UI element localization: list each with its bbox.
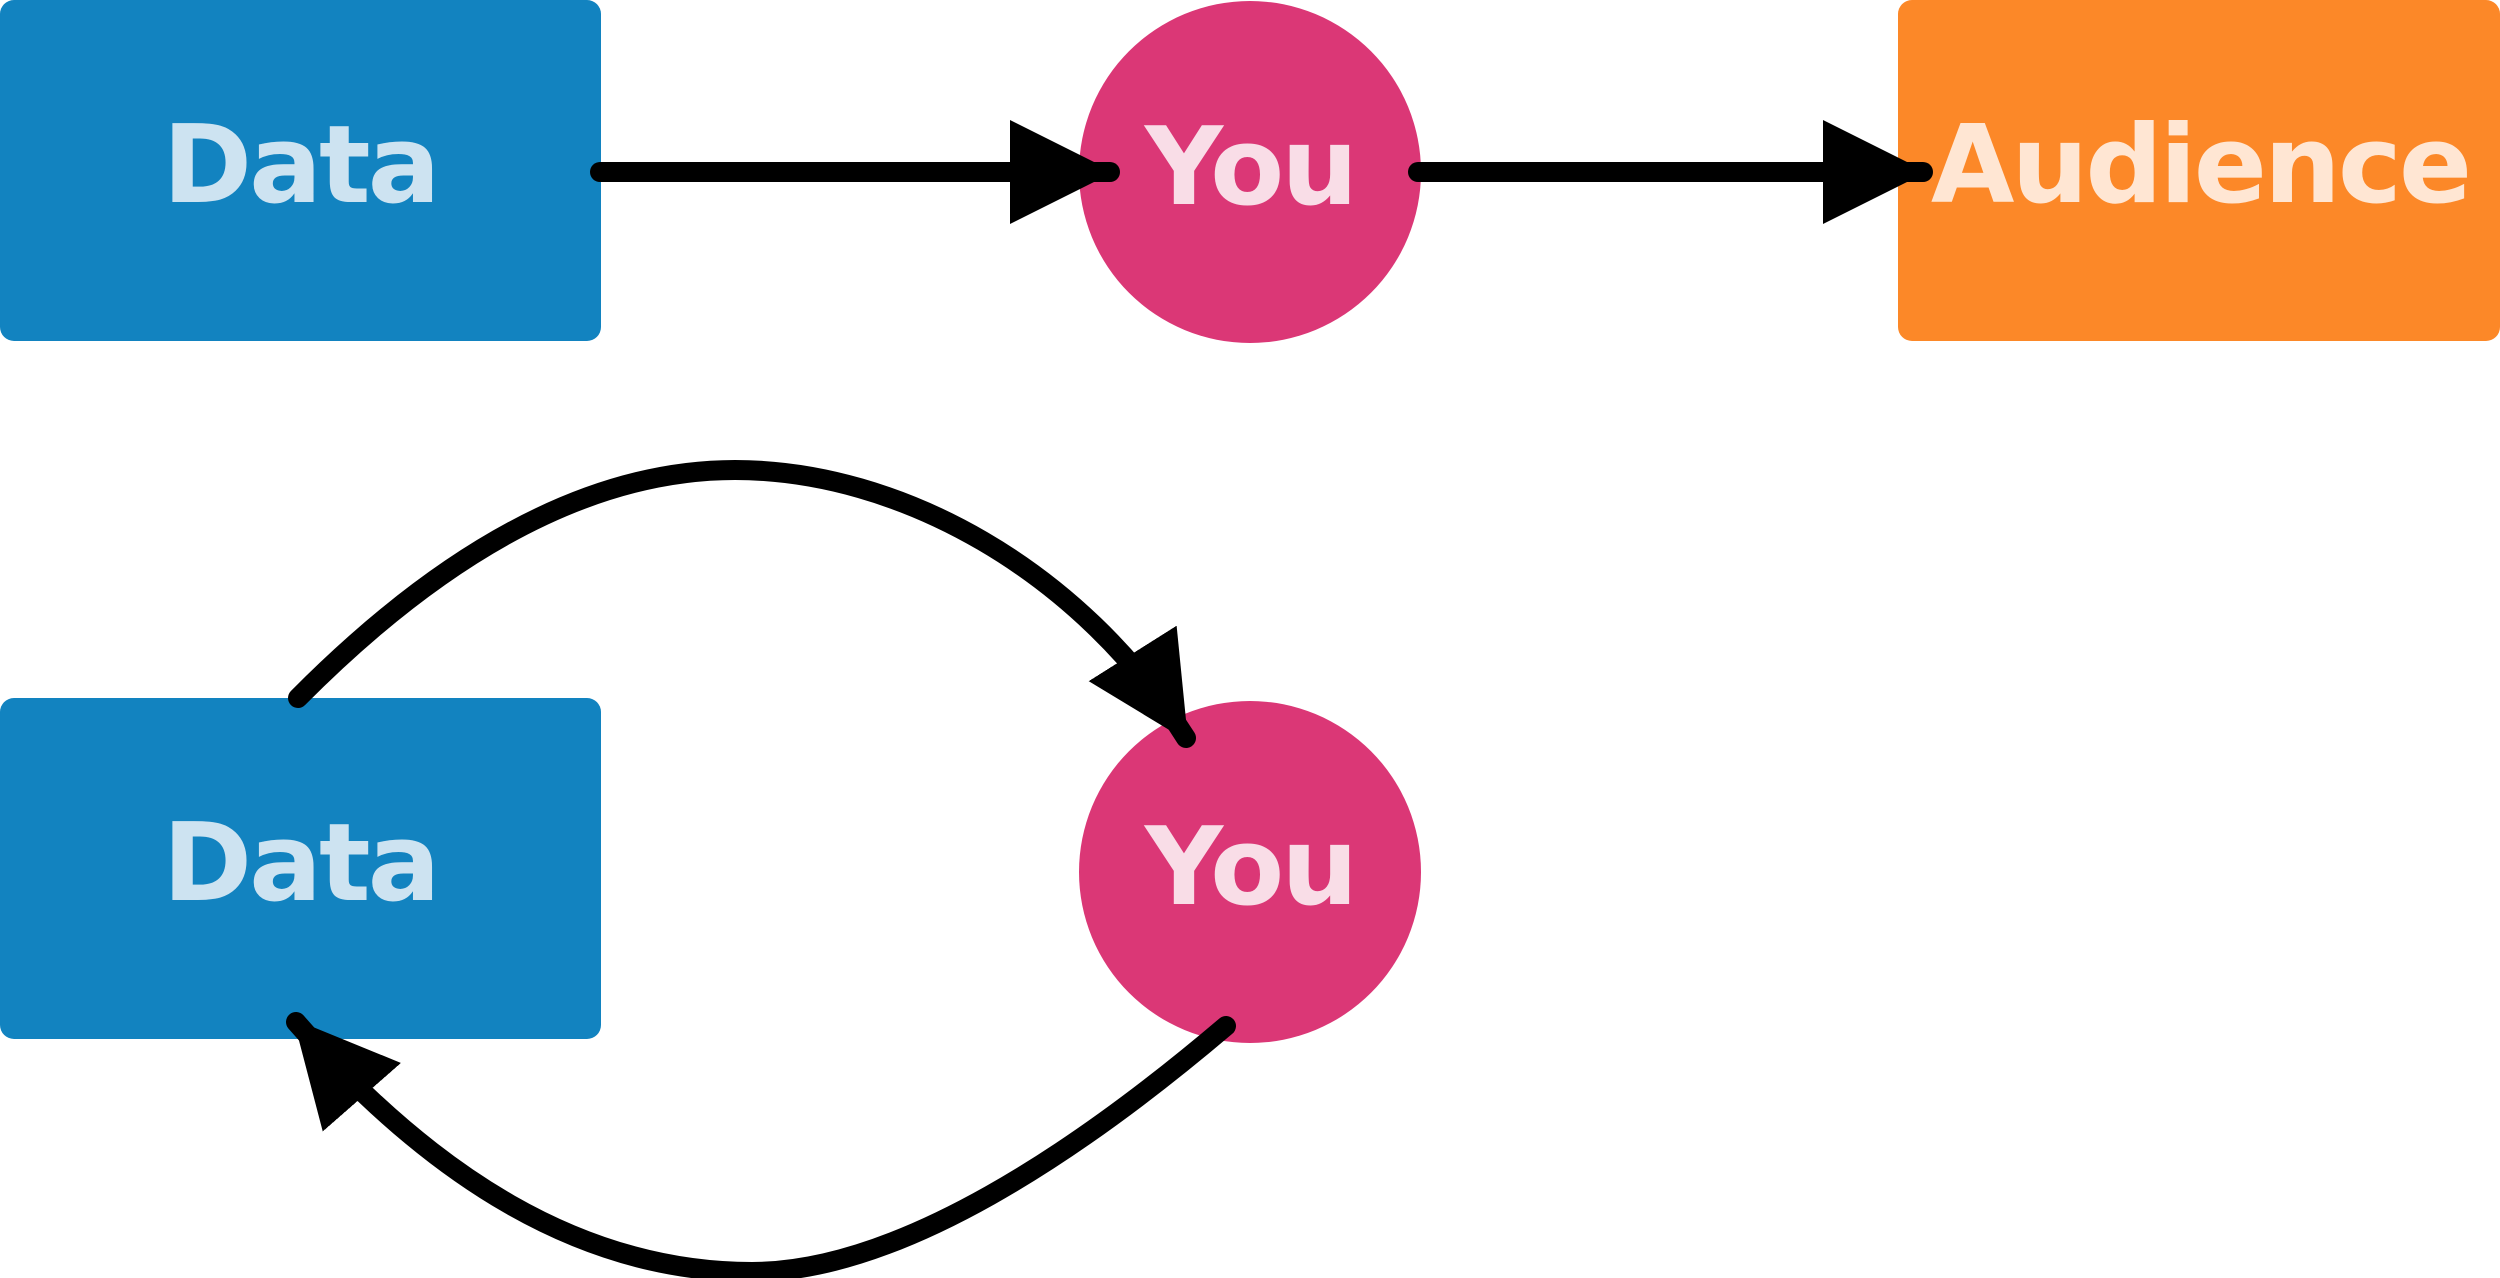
bottom-you-label: You: [1143, 805, 1355, 930]
bottom-you-node: You: [1079, 701, 1421, 1043]
bottom-data-node: Data: [0, 698, 601, 1039]
top-data-label: Data: [162, 103, 437, 228]
arrow-you-to-data-curved: [286, 1012, 1236, 1278]
top-audience-node: Audience: [1898, 0, 2500, 341]
arrow-data-to-you-curved: [288, 459, 1196, 748]
top-you-node: You: [1079, 1, 1421, 343]
top-data-node: Data: [0, 0, 601, 341]
top-you-label: You: [1143, 105, 1355, 230]
top-audience-label: Audience: [1931, 103, 2469, 228]
bottom-data-label: Data: [162, 801, 437, 926]
flow-diagram: Data You Audience Data You: [0, 0, 2500, 1278]
